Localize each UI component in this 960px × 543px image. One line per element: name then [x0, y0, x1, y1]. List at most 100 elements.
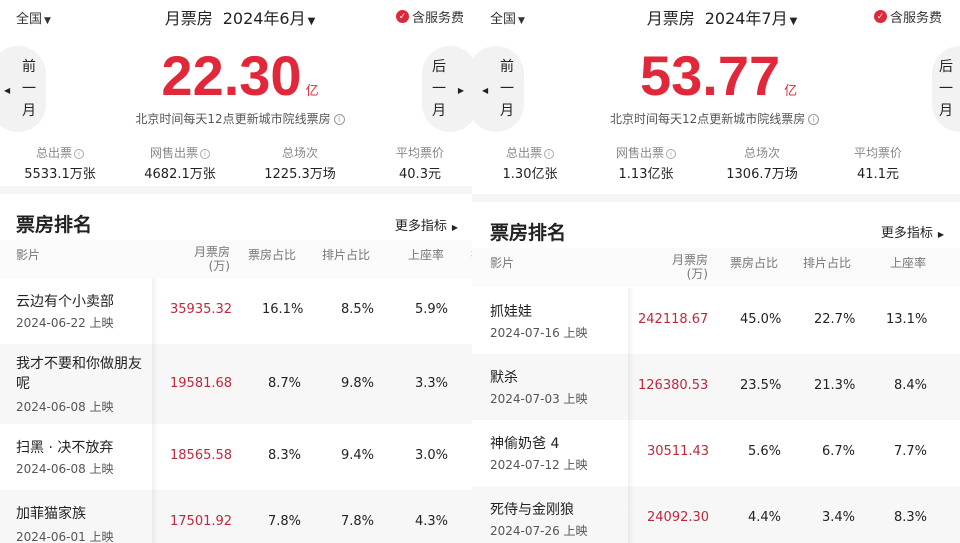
stat-label: 总出票 — [505, 146, 542, 160]
top-bar: 全国 ▼ 月票房 2024年7月 ▼ ✓ 含服务费 — [472, 0, 960, 32]
table-row[interactable]: 我才不要和你做朋友呢 2024-06-08 上映 19581.68 8.7% 9… — [0, 344, 480, 424]
table-header: 影片 月票房 (万) 票房占比 排片占比 上座率 — [472, 248, 960, 286]
stat-label: 平均票价 — [853, 146, 902, 160]
header-screen[interactable]: 排片占比 — [803, 254, 851, 271]
month-selector[interactable]: 月票房 2024年7月 ▼ — [647, 5, 798, 29]
stat-online-tickets: 网售出票 i 4682.1万张 — [120, 144, 240, 182]
city-selector[interactable]: 全国 ▼ — [490, 8, 525, 27]
header-occupancy[interactable]: 上座率 — [890, 254, 926, 271]
service-fee-label: 含服务费 — [411, 11, 464, 26]
header-share[interactable]: 票房占比 — [730, 254, 778, 271]
share-value: 8.3% — [268, 448, 302, 463]
more-metrics-label: 更多指标 — [880, 226, 933, 241]
film-name: 默杀 — [490, 370, 518, 386]
more-metrics-button[interactable]: 更多指标 ▶ — [395, 215, 458, 234]
film-name: 死侍与金刚狼 — [490, 502, 574, 518]
box-value: 35935.32 — [170, 302, 233, 317]
info-icon[interactable]: i — [333, 114, 345, 125]
stat-value: 5533.1万张 — [24, 167, 96, 182]
service-fee-toggle[interactable]: ✓ 含服务费 — [873, 7, 942, 26]
film-name: 抓娃娃 — [490, 304, 532, 320]
service-fee-toggle[interactable]: ✓ 含服务费 — [395, 7, 464, 26]
stat-value: 1306.7万场 — [726, 167, 798, 182]
release-date: 2024-06-08 上映 — [16, 462, 114, 476]
info-icon[interactable]: i — [666, 148, 676, 159]
update-note: 北京时间每天12点更新城市院线票房 i — [472, 110, 960, 127]
city-selector[interactable]: 全国 ▼ — [16, 8, 51, 27]
release-date: 2024-07-03 上映 — [490, 392, 588, 406]
month-selector[interactable]: 月票房 2024年6月 ▼ — [165, 5, 316, 29]
stat-label: 网售出票 — [149, 146, 198, 160]
release-date: 2024-07-26 上映 — [490, 524, 588, 538]
share-value: 8.7% — [268, 376, 302, 391]
update-note-text: 北京时间每天12点更新城市院线票房 — [610, 112, 806, 126]
stat-value: 41.1元 — [857, 167, 899, 182]
table-row[interactable]: 抓娃娃 2024-07-16 上映 242118.67 45.0% 22.7% … — [472, 288, 960, 354]
release-date: 2024-06-22 上映 — [16, 316, 114, 330]
occupancy-value: 4.3% — [415, 514, 449, 529]
july-panel: 全国▼ 月票房2024年7月▼ ✓含服务费 ◀ 前 一 月 后 一 月 — [472, 0, 960, 543]
table-row[interactable]: 云边有个小卖部 2024-06-22 上映 35935.32 16.1% 8.5… — [0, 278, 480, 344]
occupancy-value: 3.0% — [415, 448, 449, 463]
film-name: 加菲猫家族 — [16, 506, 86, 522]
more-metrics-button[interactable]: 更多指标 ▶ — [881, 222, 944, 241]
triangle-right-icon: ▶ — [937, 230, 944, 239]
share-value: 16.1% — [262, 302, 304, 317]
release-date: 2024-06-08 上映 — [16, 400, 114, 414]
box-office-unit: 亿 — [784, 83, 798, 98]
box-office-value: 53.77 — [640, 44, 781, 107]
box-value: 30511.43 — [647, 444, 710, 459]
sticky-column-shadow — [152, 278, 158, 543]
top-bar: 全国 ▼ 月票房 2024年6月 ▼ ✓ 含服务费 — [0, 0, 480, 32]
occupancy-value: 5.9% — [415, 302, 449, 317]
divider — [472, 194, 960, 202]
header-share[interactable]: 票房占比 — [248, 246, 296, 263]
caret-down-icon: ▼ — [307, 16, 316, 27]
screen-value: 9.8% — [341, 376, 375, 391]
caret-down-icon: ▼ — [789, 16, 798, 27]
occupancy-value: 7.7% — [894, 444, 928, 459]
box-value: 18565.58 — [170, 448, 233, 463]
info-icon[interactable]: i — [808, 114, 820, 125]
month-value: 2024年6月 — [222, 9, 306, 28]
box-value: 17501.92 — [170, 514, 233, 529]
ranking-table: 云边有个小卖部 2024-06-22 上映 35935.32 16.1% 8.5… — [0, 278, 480, 543]
share-value: 5.6% — [748, 444, 782, 459]
info-icon[interactable]: i — [74, 148, 84, 159]
info-icon[interactable]: i — [200, 148, 210, 159]
box-value: 19581.68 — [170, 376, 233, 391]
occupancy-value: 3.3% — [415, 376, 449, 391]
header-box[interactable]: 月票房 (万) — [668, 253, 708, 281]
box-office-value: 22.30 — [161, 44, 302, 107]
header-film: 影片 — [16, 248, 41, 262]
split-screenshot: 全国 ▼ 月票房 2024年6月 ▼ ✓ 含服务费 ◀ 前 一 月 后 一 月 ▶ — [0, 0, 960, 543]
sticky-column-shadow — [628, 288, 634, 543]
month-label: 月票房 — [164, 9, 213, 28]
header-film: 影片 — [490, 256, 515, 270]
stat-online-tickets: 网售出票 i 1.13亿张 — [588, 144, 704, 182]
header-box[interactable]: 月票房 (万) — [190, 245, 230, 273]
box-value: 126380.53 — [638, 378, 709, 393]
screen-value: 8.5% — [341, 302, 375, 317]
stat-label: 总场次 — [281, 146, 318, 160]
more-metrics-label: 更多指标 — [394, 219, 447, 234]
triangle-right-icon: ▶ — [451, 223, 458, 232]
header-box-line1: 月票房 — [193, 245, 230, 259]
table-row[interactable]: 默杀 2024-07-03 上映 126380.53 23.5% 21.3% 8… — [472, 354, 960, 420]
table-row[interactable]: 死侍与金刚狼 2024-07-26 上映 24092.30 4.4% 3.4% … — [472, 486, 960, 543]
stat-total-shows: 总场次 1225.3万场 — [240, 144, 360, 182]
film-name: 云边有个小卖部 — [16, 294, 114, 310]
screen-value: 9.4% — [341, 448, 375, 463]
occupancy-value: 8.3% — [894, 510, 928, 525]
table-row[interactable]: 加菲猫家族 2024-06-01 上映 17501.92 7.8% 7.8% 4… — [0, 490, 480, 543]
table-row[interactable]: 扫黑 · 决不放弃 2024-06-08 上映 18565.58 8.3% 9.… — [0, 424, 480, 490]
table-row[interactable]: 神偷奶爸 4 2024-07-12 上映 30511.43 5.6% 6.7% … — [472, 420, 960, 486]
header-screen[interactable]: 排片占比 — [322, 246, 370, 263]
caret-down-icon: ▼ — [518, 16, 525, 26]
header-occupancy[interactable]: 上座率 — [408, 246, 444, 263]
month-label: 月票房 — [646, 9, 695, 28]
info-icon[interactable]: i — [544, 148, 554, 159]
header-box-line2: (万) — [686, 267, 708, 281]
stat-label: 总出票 — [35, 146, 72, 160]
check-icon: ✓ — [873, 10, 887, 23]
